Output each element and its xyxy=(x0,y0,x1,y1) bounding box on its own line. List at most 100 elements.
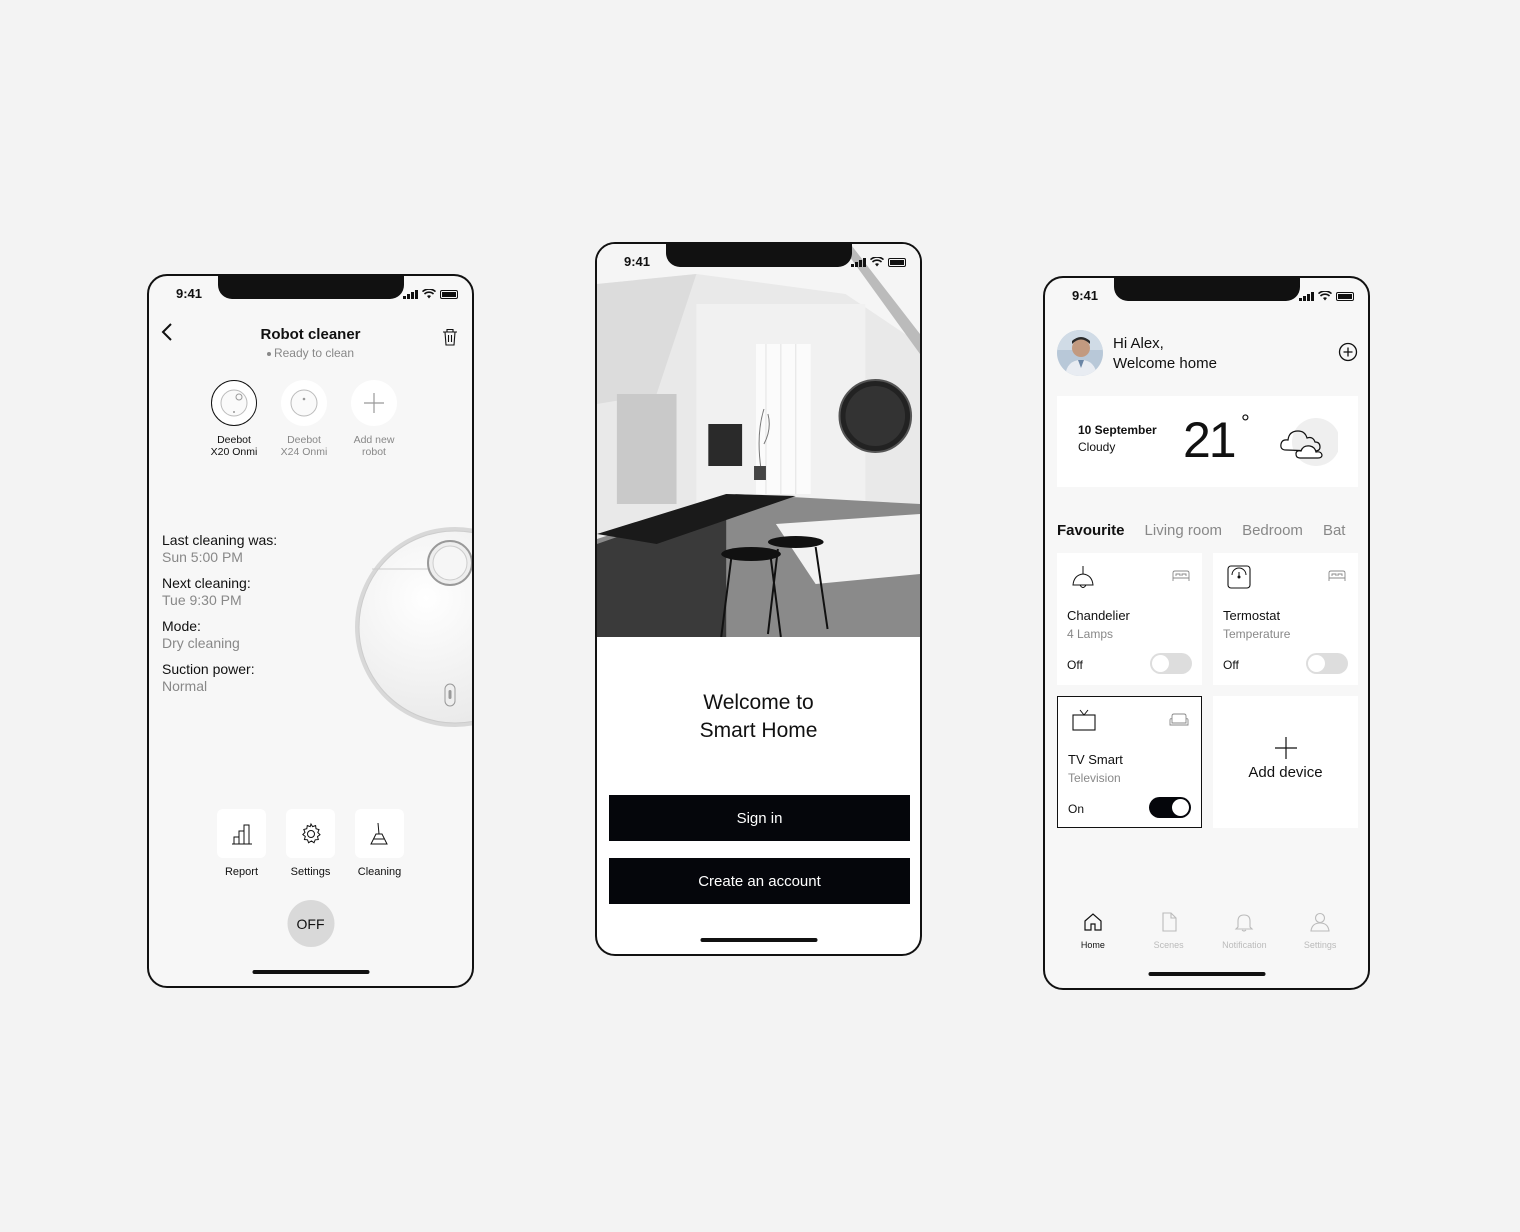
cloud-icon xyxy=(1280,418,1338,466)
cleaning-button[interactable]: Cleaning xyxy=(355,809,404,878)
create-account-button[interactable]: Create an account xyxy=(609,858,910,904)
plus-icon xyxy=(1274,737,1297,759)
room-tabs: Favourite Living room Bedroom Bat xyxy=(1057,522,1345,539)
device-card-chandelier[interactable]: Chandelier 4 Lamps Off xyxy=(1057,553,1202,685)
info-value: Sun 5:00 PM xyxy=(162,549,243,565)
info-key: Suction power: xyxy=(162,661,255,677)
bottom-nav: Home Scenes Notification Settings xyxy=(1045,912,1368,960)
info-key: Mode: xyxy=(162,618,201,634)
device-card-termostat[interactable]: Termostat Temperature Off xyxy=(1213,553,1358,685)
info-value: Tue 9:30 PM xyxy=(162,592,242,608)
sign-in-button[interactable]: Sign in xyxy=(609,795,910,841)
user-icon xyxy=(1310,912,1330,932)
bell-icon xyxy=(1235,914,1254,932)
device-toggle[interactable] xyxy=(1306,653,1348,674)
nav-label: Scenes xyxy=(1153,940,1184,950)
nav-settings[interactable]: Settings xyxy=(1285,912,1355,960)
broom-icon xyxy=(369,822,388,844)
device-state: On xyxy=(1068,802,1085,816)
power-button[interactable]: OFF xyxy=(287,900,334,947)
device-toggle[interactable] xyxy=(1150,653,1192,674)
degree-symbol: ° xyxy=(1241,410,1250,435)
home-indicator xyxy=(1148,972,1265,976)
info-value: Normal xyxy=(162,678,208,694)
add-device-button[interactable]: Add device xyxy=(1213,696,1358,828)
tv-icon xyxy=(1072,709,1096,731)
battery-icon xyxy=(440,290,458,299)
status-icons xyxy=(403,289,458,299)
settings-button[interactable]: Settings xyxy=(286,809,335,878)
plus-icon xyxy=(364,393,384,413)
info-key: Last cleaning was: xyxy=(162,532,278,548)
home-icon xyxy=(1084,913,1102,931)
welcome-screen: 9:41 Welcome to Smart Home Sign in Create… xyxy=(595,242,922,956)
robot-label: Add new robot xyxy=(353,434,395,458)
avatar[interactable] xyxy=(1057,330,1103,376)
cleaning-info: Last cleaning was: Sun 5:00 PM Next clea… xyxy=(162,532,277,704)
tab-living-room[interactable]: Living room xyxy=(1145,522,1223,539)
robot-vacuum-icon xyxy=(220,389,248,417)
document-icon xyxy=(1162,912,1177,932)
trash-icon[interactable] xyxy=(442,328,458,346)
info-value: Dry cleaning xyxy=(162,635,240,651)
robot-thumb xyxy=(211,380,257,426)
status-bar: 9:41 xyxy=(1045,288,1368,304)
status-bar: 9:41 xyxy=(597,254,920,270)
thermostat-icon xyxy=(1227,565,1251,589)
robot-deebot-x24[interactable]: Deebot X24 Onmi xyxy=(281,380,327,458)
device-sub: 4 Lamps xyxy=(1067,627,1114,641)
add-robot-button[interactable]: Add new robot xyxy=(351,380,397,458)
welcome-title: Welcome to Smart Home xyxy=(699,691,818,742)
settings-icon-box xyxy=(286,809,335,858)
robot-label: Deebot X24 Onmi xyxy=(280,434,328,458)
home-screen: 9:41 Hi Alex, Welcome home 10 September C… xyxy=(1043,276,1370,990)
device-state: Off xyxy=(1223,658,1239,672)
bed-icon xyxy=(1328,570,1346,581)
nav-label: Home xyxy=(1080,940,1105,950)
status-time: 9:41 xyxy=(624,254,651,269)
add-device-label: Add device xyxy=(1248,764,1323,781)
report-icon-box xyxy=(217,809,266,858)
nav-notification[interactable]: Notification xyxy=(1209,912,1279,960)
weather-date: 10 September xyxy=(1078,423,1157,437)
nav-scenes[interactable]: Scenes xyxy=(1134,912,1204,960)
device-state: Off xyxy=(1067,658,1083,672)
robot-label: Deebot X20 Onmi xyxy=(210,434,258,458)
tab-bedroom[interactable]: Bedroom xyxy=(1242,522,1303,539)
wifi-icon xyxy=(870,257,884,267)
device-card-tv-smart[interactable]: TV Smart Television On xyxy=(1057,696,1202,828)
status-bar: 9:41 xyxy=(149,286,472,302)
cleaning-label: Cleaning xyxy=(357,866,402,878)
robot-deebot-x20[interactable]: Deebot X20 Onmi xyxy=(211,380,257,458)
nav-label: Settings xyxy=(1303,940,1337,950)
report-label: Report xyxy=(224,866,259,878)
signal-icon xyxy=(1299,292,1314,301)
device-toggle[interactable] xyxy=(1149,797,1191,818)
tab-bathroom[interactable]: Bat xyxy=(1323,522,1346,539)
device-name: TV Smart xyxy=(1068,752,1123,767)
device-name: Termostat xyxy=(1223,608,1281,623)
tab-favourite[interactable]: Favourite xyxy=(1057,522,1125,539)
home-indicator xyxy=(700,938,817,942)
add-robot-thumb xyxy=(351,380,397,426)
add-circle-icon[interactable] xyxy=(1338,342,1358,362)
gear-icon xyxy=(301,822,321,843)
sofa-icon xyxy=(1169,713,1189,726)
interior-photo xyxy=(597,244,920,637)
signal-icon xyxy=(851,258,866,267)
device-sub: Television xyxy=(1068,771,1121,785)
cleaning-icon-box xyxy=(355,809,404,858)
weather-condition: Cloudy xyxy=(1078,440,1116,454)
robot-vacuum-icon xyxy=(290,389,318,417)
weather-card: 10 September Cloudy 21 ° xyxy=(1057,396,1358,487)
status-text: Ready to clean xyxy=(273,346,355,360)
wifi-icon xyxy=(1318,291,1332,301)
settings-label: Settings xyxy=(290,866,331,878)
report-button[interactable]: Report xyxy=(217,809,266,878)
battery-icon xyxy=(1336,292,1354,301)
nav-home[interactable]: Home xyxy=(1058,912,1128,960)
status-icons xyxy=(851,257,906,267)
status-time: 9:41 xyxy=(1072,288,1099,303)
status-icons xyxy=(1299,291,1354,301)
device-name: Chandelier xyxy=(1067,608,1130,623)
